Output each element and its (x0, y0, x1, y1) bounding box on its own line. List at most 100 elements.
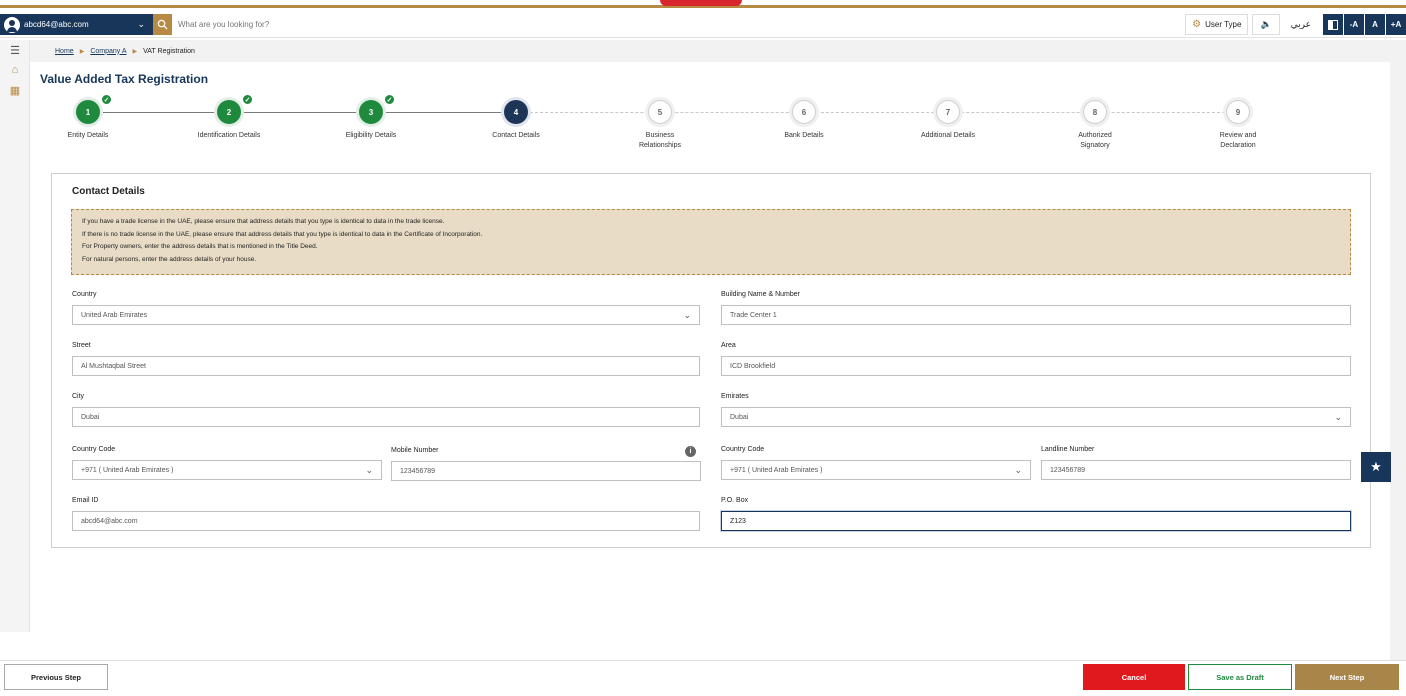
email-input[interactable]: abcd64@abc.com (72, 511, 700, 531)
field-label: P.O. Box (721, 497, 749, 504)
notice-line: For Property owners, enter the address d… (82, 243, 318, 250)
breadcrumb-arrow-icon: ▶ (79, 48, 85, 55)
font-normal-button[interactable]: A (1365, 14, 1385, 35)
emirates-field: Emirates Dubai ⌄ (721, 393, 1351, 427)
chevron-down-icon: ⌄ (1334, 411, 1342, 422)
area-input[interactable]: ICD Brookfield (721, 356, 1351, 376)
footer-actions: Previous Step Cancel Save as Draft Next … (0, 660, 1406, 696)
step-7[interactable]: 7 Additional Details (893, 100, 1003, 141)
stepper-line-complete (88, 112, 520, 113)
country-select[interactable]: United Arab Emirates ⌄ (72, 305, 700, 325)
step-label: Additional Details (920, 132, 976, 139)
top-bar: abcd64@abc.com ⌄ ⚙ User Type 🔈 عربي -A A… (0, 12, 1406, 38)
field-label: City (72, 393, 85, 400)
mobile-number-input[interactable]: 123456789 (391, 461, 701, 481)
font-decrease-button[interactable]: -A (1344, 14, 1364, 35)
city-field: City Dubai (72, 393, 700, 427)
mobile-country-code-select[interactable]: +971 ( United Arab Emirates ) ⌄ (72, 460, 382, 480)
select-value: +971 ( United Arab Emirates ) (730, 466, 823, 474)
step-label: Business Relationships (638, 132, 682, 149)
step-number-circle: 7 (936, 100, 960, 124)
mobile-country-code-field: Country Code +971 ( United Arab Emirates… (72, 446, 382, 480)
field-label: Country Code (721, 446, 765, 453)
street-field: Street Al Mushtaqbal Street (72, 342, 700, 376)
mobile-number-field: Mobile Number 123456789 (391, 447, 701, 481)
info-icon[interactable]: i (685, 446, 696, 457)
step-3[interactable]: 3 ✓ Eligibility Details (316, 94, 426, 141)
city-input[interactable]: Dubai (72, 407, 700, 427)
step-9[interactable]: 9 Review and Declaration (1183, 100, 1293, 151)
step-8[interactable]: 8 Authorized Signatory (1040, 100, 1150, 151)
save-draft-button[interactable]: Save as Draft (1188, 664, 1292, 690)
field-label: Mobile Number (391, 447, 439, 454)
breadcrumb-home[interactable]: Home (55, 48, 74, 55)
field-label: Country Code (72, 446, 116, 453)
checkmark-icon: ✓ (384, 94, 395, 105)
step-number-circle: 4 (504, 100, 528, 124)
step-number-circle: 2 ✓ (217, 94, 253, 124)
emirates-select[interactable]: Dubai ⌄ (721, 407, 1351, 427)
language-label: عربي (1290, 19, 1311, 29)
step-4[interactable]: 4 Contact Details (461, 100, 571, 141)
po-box-input[interactable]: Z123 (721, 511, 1351, 531)
apps-grid-icon[interactable]: ▦ (0, 80, 30, 100)
breadcrumb-arrow-icon: ▶ (132, 48, 138, 55)
step-label: Contact Details (492, 132, 540, 139)
step-number-circle: 5 (648, 100, 672, 124)
contrast-button[interactable] (1323, 14, 1343, 35)
step-number-circle: 3 ✓ (359, 94, 395, 124)
chevron-down-icon: ⌄ (683, 309, 691, 320)
audio-button[interactable]: 🔈 (1252, 14, 1280, 35)
previous-step-button[interactable]: Previous Step (4, 664, 108, 690)
step-2[interactable]: 2 ✓ Identification Details (174, 94, 284, 141)
menu-icon[interactable]: ☰ (0, 40, 30, 60)
step-label: Review and Declaration (1219, 132, 1257, 149)
next-step-button[interactable]: Next Step (1295, 664, 1399, 690)
select-value: United Arab Emirates (81, 311, 148, 319)
speaker-icon: 🔈 (1260, 19, 1272, 29)
user-type-button[interactable]: ⚙ User Type (1185, 14, 1249, 35)
user-type-label: User Type (1205, 20, 1242, 29)
area-field: Area ICD Brookfield (721, 342, 1351, 376)
user-menu[interactable]: abcd64@abc.com ⌄ (0, 14, 153, 35)
chevron-down-icon: ⌄ (365, 464, 373, 475)
font-increase-button[interactable]: +A (1386, 14, 1406, 35)
checkmark-icon: ✓ (101, 94, 112, 105)
step-label: Identification Details (197, 132, 261, 139)
header-tools: ⚙ User Type 🔈 عربي -A A +A (1185, 14, 1406, 35)
field-label: Street (72, 342, 91, 349)
step-number-circle: 9 (1226, 100, 1250, 124)
registration-stepper: 1 ✓ Entity Details 2 ✓ Identification Details… (0, 94, 1406, 160)
checkmark-icon: ✓ (242, 94, 253, 105)
language-button[interactable]: عربي (1284, 14, 1318, 35)
cancel-button[interactable]: Cancel (1083, 664, 1185, 690)
search-input[interactable] (178, 14, 1078, 35)
user-avatar-icon (4, 16, 20, 33)
building-input[interactable]: Trade Center 1 (721, 305, 1351, 325)
search-button[interactable] (153, 14, 172, 35)
favorite-star-button[interactable]: ★ (1361, 452, 1391, 482)
landline-number-input[interactable]: 123456789 (1041, 460, 1351, 480)
street-input[interactable]: Al Mushtaqbal Street (72, 356, 700, 376)
star-icon: ★ (1370, 459, 1382, 474)
step-1[interactable]: 1 ✓ Entity Details (33, 94, 143, 141)
notice-line: If you have a trade license in the UAE, … (82, 218, 445, 225)
field-label: Email ID (72, 497, 99, 504)
step-label: Eligibility Details (345, 132, 397, 139)
field-label: Country (72, 291, 97, 298)
home-icon[interactable]: ⌂ (0, 60, 30, 80)
step-number-circle: 1 ✓ (76, 94, 112, 124)
step-6[interactable]: 6 Bank Details (749, 100, 859, 141)
step-number-circle: 6 (792, 100, 816, 124)
select-value: +971 ( United Arab Emirates ) (81, 466, 174, 474)
landline-country-code-field: Country Code +971 ( United Arab Emirates… (721, 446, 1031, 480)
field-label: Building Name & Number (721, 291, 800, 298)
breadcrumb-company[interactable]: Company A (90, 48, 126, 55)
contact-details-card: Contact Details If you have a trade lice… (51, 173, 1371, 548)
step-5[interactable]: 5 Business Relationships (605, 100, 715, 151)
section-title: Contact Details (72, 186, 145, 197)
step-number-circle: 8 (1083, 100, 1107, 124)
landline-country-code-select[interactable]: +971 ( United Arab Emirates ) ⌄ (721, 460, 1031, 480)
step-label: Entity Details (67, 132, 109, 139)
field-label: Emirates (721, 393, 749, 400)
